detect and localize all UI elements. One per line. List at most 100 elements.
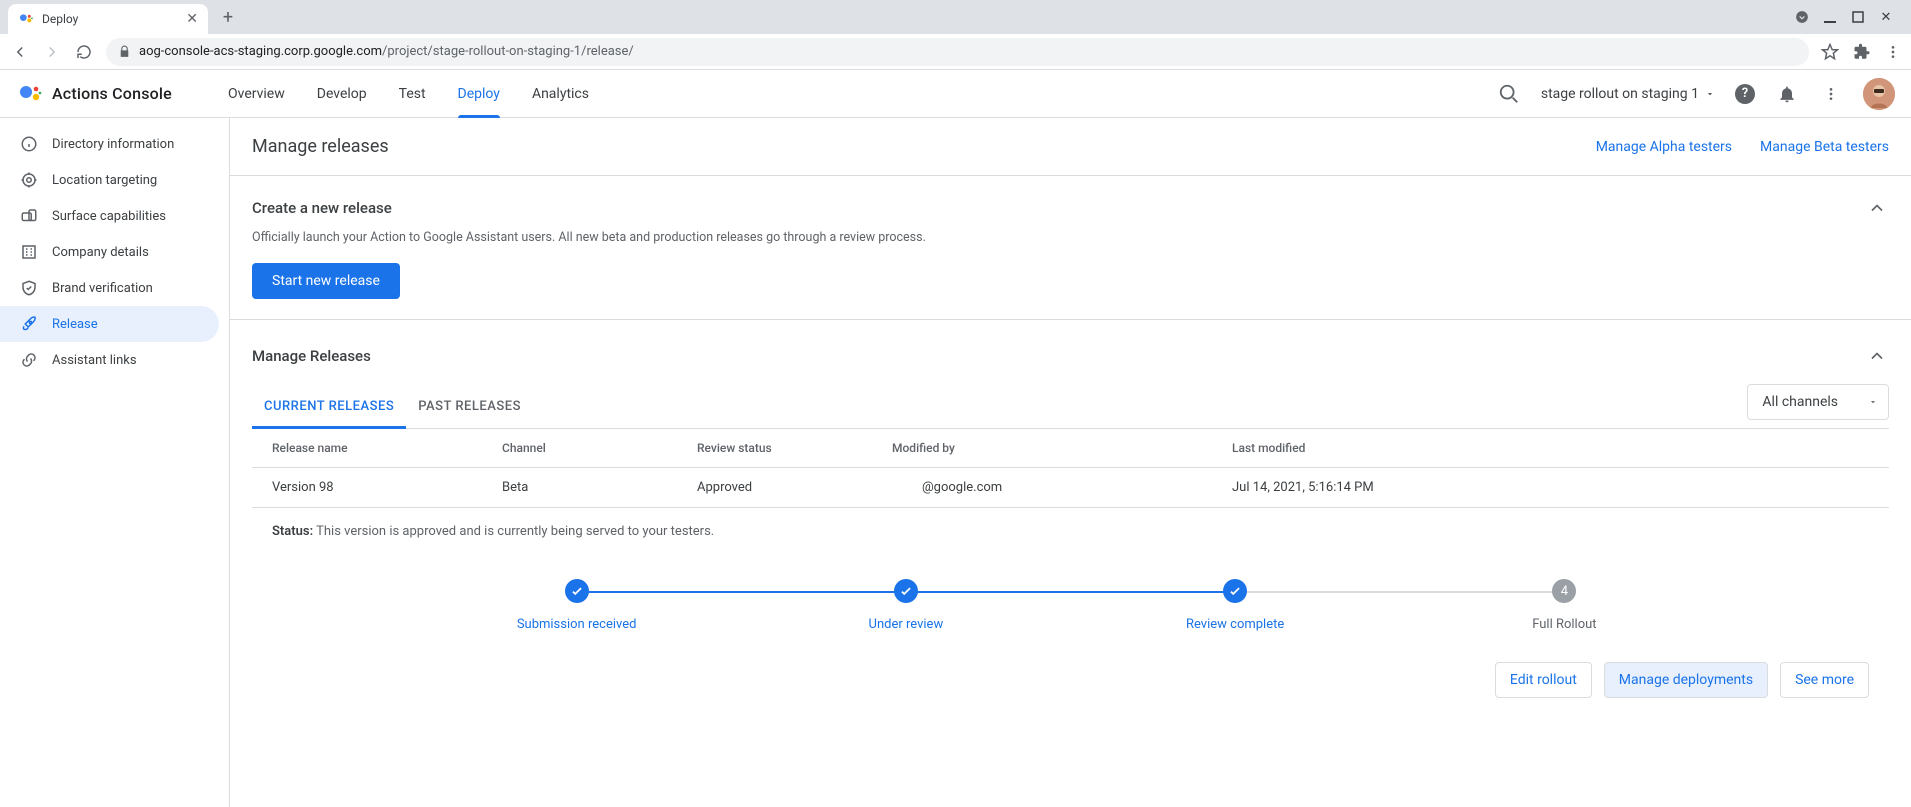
sidebar-label: Surface capabilities xyxy=(52,209,166,224)
col-modified-by: Modified by xyxy=(892,441,1232,455)
sidebar-label: Release xyxy=(52,317,98,332)
star-icon[interactable] xyxy=(1821,43,1839,61)
step-under-review: Under review xyxy=(741,579,1070,632)
sidebar-label: Location targeting xyxy=(52,173,157,188)
close-tab-icon[interactable]: ✕ xyxy=(186,11,198,27)
company-icon xyxy=(20,243,38,261)
sidebar-label: Assistant links xyxy=(52,353,137,368)
page-header: Manage releases Manage Alpha testers Man… xyxy=(230,118,1911,176)
nav-tabs: Overview Develop Test Deploy Analytics xyxy=(228,70,589,118)
table-row[interactable]: Version 98 Beta Approved @google.com Jul… xyxy=(252,468,1889,508)
info-icon xyxy=(20,135,38,153)
sidebar-item-company[interactable]: Company details xyxy=(0,234,219,270)
forward-button[interactable] xyxy=(42,42,62,62)
user-avatar[interactable] xyxy=(1863,78,1895,110)
lock-icon xyxy=(118,45,131,58)
step-submission: Submission received xyxy=(412,579,741,632)
tab-analytics[interactable]: Analytics xyxy=(532,70,589,118)
notifications-icon[interactable] xyxy=(1775,82,1799,106)
table-header: Release name Channel Review status Modif… xyxy=(252,429,1889,468)
extensions-icon[interactable] xyxy=(1853,43,1871,61)
sidebar-label: Brand verification xyxy=(52,281,153,296)
status-line: Status: This version is approved and is … xyxy=(272,524,1869,539)
cell-last-modified: Jul 14, 2021, 5:16:14 PM xyxy=(1232,480,1869,495)
chevron-down-icon xyxy=(1705,89,1715,99)
releases-table: Release name Channel Review status Modif… xyxy=(252,429,1889,508)
app-header: Actions Console Overview Develop Test De… xyxy=(0,70,1911,118)
sidebar-item-brand[interactable]: Brand verification xyxy=(0,270,219,306)
assistant-favicon xyxy=(18,11,34,27)
step-number: 4 xyxy=(1552,579,1576,603)
assistant-logo-icon xyxy=(18,82,42,106)
sidebar-label: Directory information xyxy=(52,137,174,152)
release-detail: Status: This version is approved and is … xyxy=(252,508,1889,710)
subtab-past[interactable]: PAST RELEASES xyxy=(406,385,533,428)
project-selector[interactable]: stage rollout on staging 1 xyxy=(1541,86,1715,102)
chrome-menu-icon[interactable] xyxy=(1885,44,1901,60)
sidebar-item-directory[interactable]: Directory information xyxy=(0,126,219,162)
create-release-section: Create a new release Officially launch y… xyxy=(230,176,1911,320)
review-stepper: Submission received Under review Review … xyxy=(272,539,1869,632)
collapse-icon[interactable] xyxy=(1865,344,1889,368)
tab-deploy[interactable]: Deploy xyxy=(458,70,500,118)
check-icon xyxy=(565,579,589,603)
release-subtabs: CURRENT RELEASES PAST RELEASES All chann… xyxy=(252,384,1889,429)
action-row: Edit rollout Manage deployments See more xyxy=(272,632,1869,710)
browser-chrome: Deploy ✕ + ✕ aog-console-acs-staging.cor… xyxy=(0,0,1911,70)
more-menu-icon[interactable] xyxy=(1819,82,1843,106)
tab-overview[interactable]: Overview xyxy=(228,70,285,118)
cell-modified-by: @google.com xyxy=(892,480,1232,495)
sidebar-item-links[interactable]: Assistant links xyxy=(0,342,219,378)
rocket-icon xyxy=(20,315,38,333)
tab-title: Deploy xyxy=(42,12,78,26)
minimize-icon[interactable] xyxy=(1823,10,1837,24)
col-review: Review status xyxy=(697,441,892,455)
create-title: Create a new release xyxy=(252,199,392,217)
account-indicator-icon[interactable] xyxy=(1795,10,1809,24)
check-icon xyxy=(1223,579,1247,603)
page-title: Manage releases xyxy=(252,136,389,157)
channel-filter[interactable]: All channels xyxy=(1747,384,1889,420)
tab-develop[interactable]: Develop xyxy=(317,70,367,118)
cell-name: Version 98 xyxy=(272,480,502,495)
tab-test[interactable]: Test xyxy=(399,70,426,118)
link-icon xyxy=(20,351,38,369)
shield-icon xyxy=(20,279,38,297)
see-more-button[interactable]: See more xyxy=(1780,662,1869,698)
manage-alpha-link[interactable]: Manage Alpha testers xyxy=(1596,139,1732,155)
content: Manage releases Manage Alpha testers Man… xyxy=(230,118,1911,807)
collapse-icon[interactable] xyxy=(1865,196,1889,220)
cell-review: Approved xyxy=(697,480,892,495)
start-release-button[interactable]: Start new release xyxy=(252,263,400,299)
new-tab-button[interactable]: + xyxy=(214,3,242,31)
location-icon xyxy=(20,171,38,189)
cell-channel: Beta xyxy=(502,480,697,495)
search-icon[interactable] xyxy=(1497,82,1521,106)
browser-tab[interactable]: Deploy ✕ xyxy=(8,4,208,34)
help-icon[interactable]: ? xyxy=(1735,84,1755,104)
sidebar-item-release[interactable]: Release xyxy=(0,306,219,342)
subtab-current[interactable]: CURRENT RELEASES xyxy=(252,385,406,428)
col-last-modified: Last modified xyxy=(1232,441,1869,455)
project-name: stage rollout on staging 1 xyxy=(1541,86,1699,102)
sidebar-item-surface[interactable]: Surface capabilities xyxy=(0,198,219,234)
edit-rollout-button[interactable]: Edit rollout xyxy=(1495,662,1592,698)
check-icon xyxy=(894,579,918,603)
address-bar[interactable]: aog-console-acs-staging.corp.google.com/… xyxy=(106,38,1809,66)
close-window-icon[interactable]: ✕ xyxy=(1879,10,1893,24)
filter-value: All channels xyxy=(1762,394,1838,410)
maximize-icon[interactable] xyxy=(1851,10,1865,24)
surface-icon xyxy=(20,207,38,225)
manage-title: Manage Releases xyxy=(252,347,371,365)
chevron-down-icon xyxy=(1868,397,1878,407)
manage-deployments-button[interactable]: Manage deployments xyxy=(1604,662,1768,698)
sidebar-item-location[interactable]: Location targeting xyxy=(0,162,219,198)
col-channel: Channel xyxy=(502,441,697,455)
back-button[interactable] xyxy=(10,42,30,62)
col-name: Release name xyxy=(272,441,502,455)
create-desc: Officially launch your Action to Google … xyxy=(252,230,1889,245)
brand: Actions Console xyxy=(18,82,228,106)
url-text: aog-console-acs-staging.corp.google.com/… xyxy=(139,44,634,59)
manage-beta-link[interactable]: Manage Beta testers xyxy=(1760,139,1889,155)
reload-button[interactable] xyxy=(74,42,94,62)
